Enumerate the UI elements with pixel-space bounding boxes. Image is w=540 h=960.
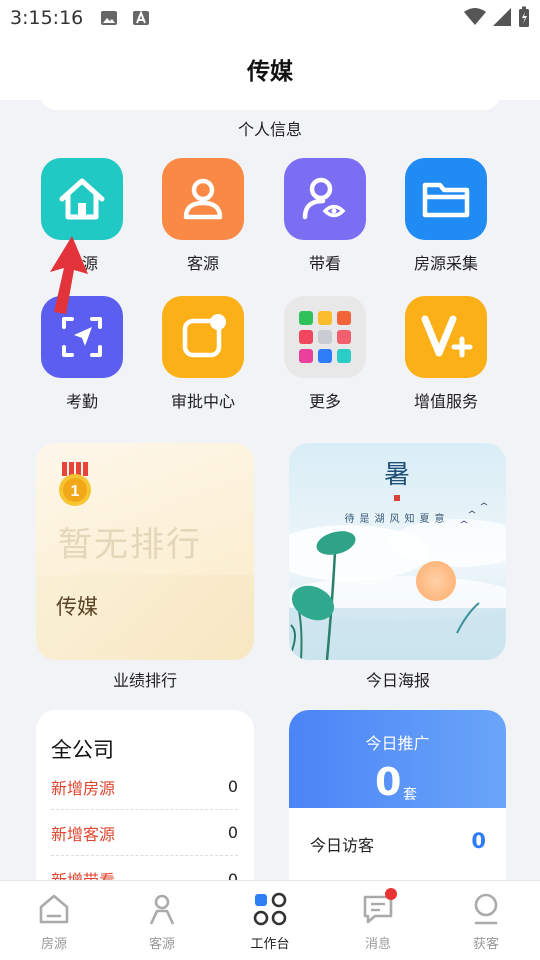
nav-label-clients: 客源 xyxy=(148,937,175,952)
nav-label-workbench: 工作台 xyxy=(250,937,290,952)
nav-tab-messages[interactable]: 消息 xyxy=(324,881,432,960)
stat-label: 新增房源 xyxy=(51,778,116,798)
grid-item-viewings[interactable]: 带看 xyxy=(265,158,385,274)
visitor-label: 今日访客 xyxy=(310,836,375,855)
poster-caption: 今日海报 xyxy=(365,671,430,690)
poster-image: 暑 待是湖风知夏意 xyxy=(289,443,506,660)
person-icon xyxy=(162,158,244,240)
poster-heading: 暑 xyxy=(384,460,410,490)
nav-label-listings: 房源 xyxy=(40,937,67,952)
grid-label-value-added: 增值服务 xyxy=(413,392,478,411)
status-time: 3:15:16 xyxy=(10,7,84,29)
poster-card[interactable]: 暑 待是湖风知夏意 xyxy=(289,443,506,660)
promotion-card[interactable]: 今日推广 0 套 今日访客 0 xyxy=(289,710,506,880)
battery-icon xyxy=(519,6,529,27)
profile-info-link[interactable]: 个人信息 xyxy=(0,116,540,140)
promotion-count: 0 xyxy=(375,760,402,804)
person-eye-icon xyxy=(284,158,366,240)
nav-label-acquire: 获客 xyxy=(472,937,499,952)
medal-number: 1 xyxy=(71,483,80,500)
promotion-unit: 套 xyxy=(403,787,417,803)
nav-label-messages: 消息 xyxy=(364,937,391,952)
grid-label-collection: 房源采集 xyxy=(413,254,478,273)
more-grid-icon xyxy=(284,296,366,378)
nav-tab-listings[interactable]: 房源 xyxy=(0,881,108,960)
folder-icon xyxy=(405,158,487,240)
workbench-icon xyxy=(253,892,287,926)
promotion-title: 今日推广 xyxy=(365,734,430,753)
grid-item-approval[interactable]: 审批中心 xyxy=(143,296,263,412)
grid-label-more: 更多 xyxy=(308,392,341,411)
v-plus-icon xyxy=(405,296,487,378)
wifi-icon xyxy=(464,8,486,25)
pointer-arrow-icon xyxy=(50,236,88,314)
ranking-caption: 业绩排行 xyxy=(112,671,177,690)
house-icon xyxy=(41,158,123,240)
grid-label-approval: 审批中心 xyxy=(170,392,235,411)
approval-icon xyxy=(162,296,244,378)
grid-label-attendance: 考勤 xyxy=(65,392,98,411)
stat-row-new-listings[interactable]: 新增房源 0 xyxy=(51,764,238,810)
stat-row-new-clients[interactable]: 新增客源 0 xyxy=(51,810,238,856)
app-header: 传媒 xyxy=(0,36,540,100)
grid-item-clients[interactable]: 客源 xyxy=(143,158,263,274)
nav-tab-workbench[interactable]: 工作台 xyxy=(216,881,324,960)
grid-label-viewings: 带看 xyxy=(308,254,341,273)
a-icon xyxy=(133,10,149,25)
stat-value: 0 xyxy=(227,823,238,842)
visitor-count: 0 xyxy=(471,829,486,853)
medal-icon: 1 xyxy=(59,462,91,506)
company-stats-card[interactable]: 全公司 新增房源 0 新增客源 0 新增带看 0 xyxy=(36,710,254,880)
ranking-name: 传媒 xyxy=(56,595,98,619)
page-title: 传媒 xyxy=(247,59,293,85)
grid-item-collection[interactable]: 房源采集 xyxy=(386,158,506,274)
stat-value: 0 xyxy=(227,869,238,881)
stat-label: 新增带看 xyxy=(51,867,115,880)
promotion-header: 今日推广 0 套 xyxy=(289,710,506,808)
status-bar: 3:15:16 xyxy=(0,0,540,36)
company-title: 全公司 xyxy=(51,738,114,762)
image-icon xyxy=(101,11,117,25)
stat-value: 0 xyxy=(227,777,238,796)
poster-slogan: 待是湖风知夏意 xyxy=(345,512,450,525)
profile-card[interactable] xyxy=(40,94,500,110)
grid-item-value-added[interactable]: 增值服务 xyxy=(386,296,506,412)
stat-label: 新增客源 xyxy=(51,824,116,844)
house-outline-icon xyxy=(39,894,69,924)
nav-tab-acquire[interactable]: 获客 xyxy=(432,881,540,960)
bottom-nav: 房源 客源 工作台 消息 获客 xyxy=(0,880,540,960)
message-badge xyxy=(385,888,397,900)
grid-label-clients: 客源 xyxy=(186,254,219,273)
nav-tab-clients[interactable]: 客源 xyxy=(108,881,216,960)
grid-item-more[interactable]: 更多 xyxy=(265,296,385,412)
signal-icon xyxy=(493,8,511,26)
acquire-icon xyxy=(474,893,498,925)
ranking-empty-text: 暂无排行 xyxy=(58,525,202,565)
stat-row-new-viewings[interactable]: 新增带看 0 xyxy=(51,856,238,881)
person-outline-icon xyxy=(149,894,175,925)
